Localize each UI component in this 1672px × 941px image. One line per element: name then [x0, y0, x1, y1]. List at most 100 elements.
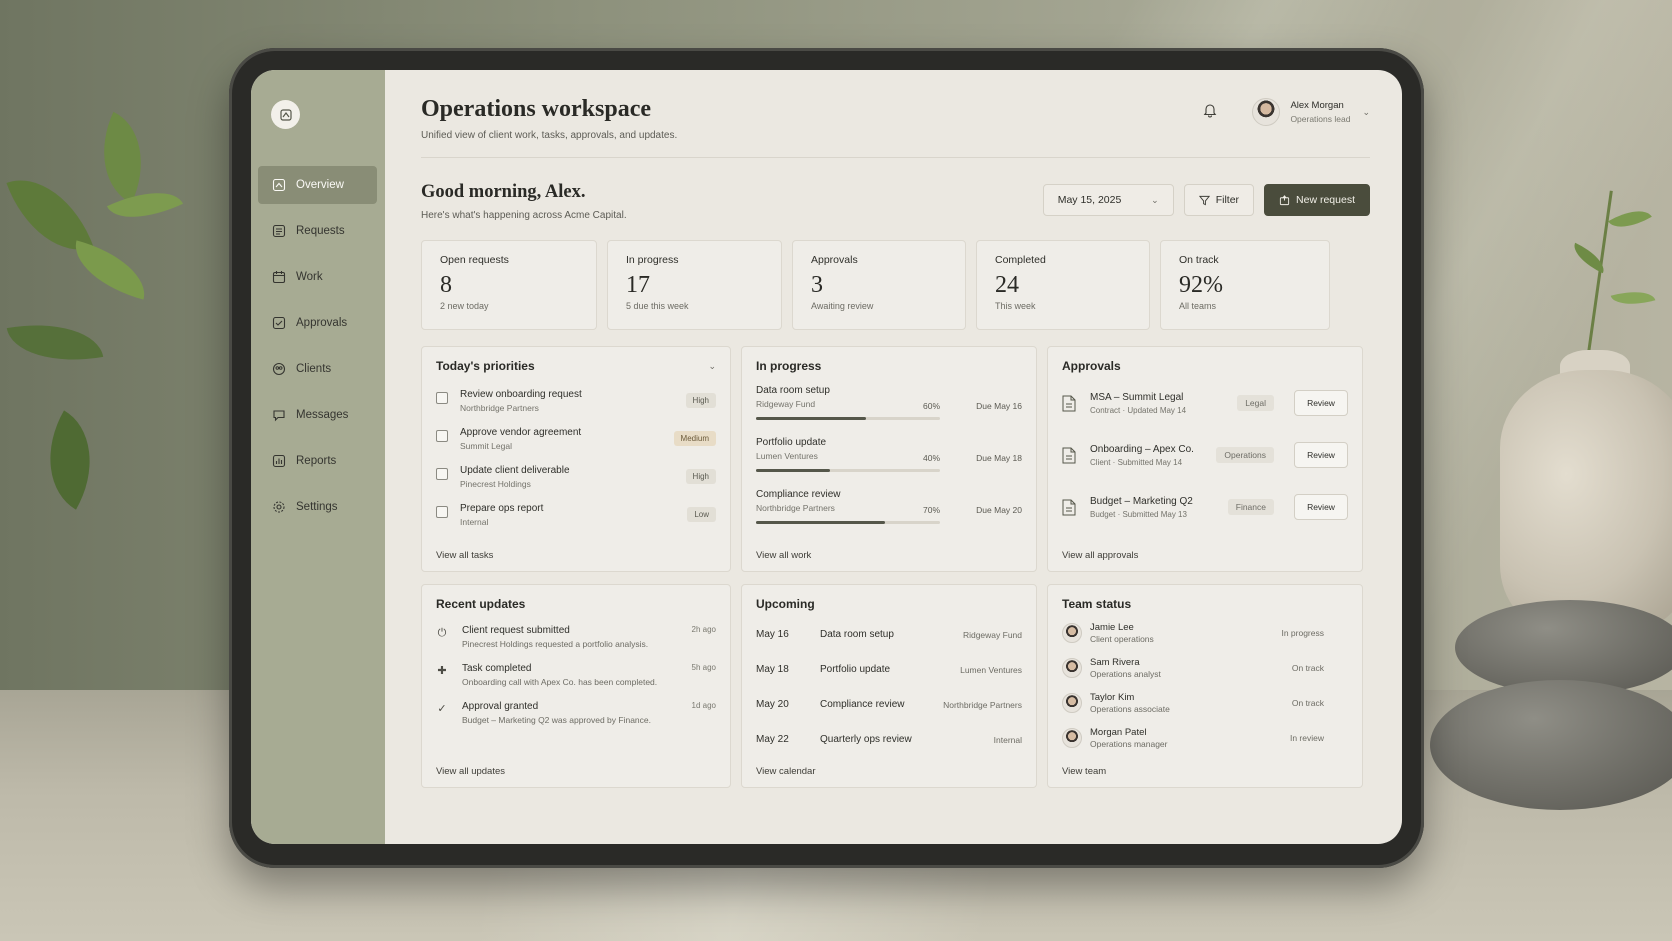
upcoming-item[interactable]: May 20 Compliance review Northbridge Par…: [756, 687, 1022, 722]
new-request-icon: [1279, 194, 1290, 206]
priority-item[interactable]: Prepare ops report Internal Low: [436, 503, 716, 527]
approval-item: Onboarding – Apex Co. Client · Submitted …: [1062, 429, 1348, 481]
bell-icon[interactable]: [1202, 102, 1220, 120]
priority-title: Approve vendor agreement: [460, 427, 582, 438]
priority-tag: High: [685, 393, 716, 408]
approval-sub: Client · Submitted May 14: [1090, 457, 1183, 467]
view-calendar-link[interactable]: View calendar: [756, 766, 816, 777]
upcoming-date: May 20: [756, 699, 789, 710]
chevron-down-icon: ⌄: [1151, 194, 1159, 205]
update-desc: Budget – Marketing Q2 was approved by Fi…: [462, 715, 651, 725]
update-desc: Onboarding call with Apex Co. has been c…: [462, 677, 658, 687]
view-all-tasks-link[interactable]: View all tasks: [436, 550, 493, 561]
user-menu[interactable]: Alex Morgan Operations lead ⌄: [1252, 98, 1370, 126]
user-name: Alex Morgan: [1290, 100, 1344, 111]
calendar-icon: [272, 270, 286, 284]
logo-icon: [279, 108, 292, 121]
priority-tag: High: [685, 469, 716, 484]
filter-button[interactable]: Filter: [1183, 184, 1255, 216]
progress-item[interactable]: Portfolio update Lumen Ventures 40% Due …: [756, 437, 1022, 477]
view-all-work-link[interactable]: View all work: [756, 550, 811, 561]
view-team-link[interactable]: View team: [1062, 766, 1106, 777]
avatar: [1062, 727, 1082, 748]
upcoming-item[interactable]: May 18 Portfolio update Lumen Ventures: [756, 652, 1022, 687]
team-member[interactable]: Taylor Kim Operations associate On track: [1062, 685, 1348, 720]
update-item[interactable]: ⏻ Client request submitted Pinecrest Hold…: [436, 625, 716, 649]
progress-percent: 40%: [922, 453, 940, 463]
app-logo[interactable]: [271, 100, 300, 129]
update-time: 5h ago: [691, 663, 716, 672]
upcoming-item[interactable]: May 22 Quarterly ops review Internal: [756, 722, 1022, 757]
review-button[interactable]: Review: [1294, 442, 1348, 468]
progress-item[interactable]: Data room setup Ridgeway Fund 60% Due Ma…: [756, 385, 1022, 425]
task-checkbox[interactable]: [436, 468, 448, 480]
team-member[interactable]: Sam Rivera Operations analyst On track: [1062, 650, 1348, 685]
update-item[interactable]: ✓ Approval granted Budget – Marketing Q2 …: [436, 701, 716, 725]
update-item[interactable]: ✚ Task completed Onboarding call with Ape…: [436, 663, 716, 687]
sidebar-item-label: Settings: [296, 501, 338, 513]
vase: [1500, 370, 1672, 630]
users-icon: [272, 362, 286, 376]
new-request-label: New request: [1296, 194, 1355, 206]
new-request-button[interactable]: New request: [1264, 184, 1370, 216]
task-checkbox[interactable]: [436, 430, 448, 442]
stat-value: 8: [440, 272, 452, 298]
page-title: Operations workspace: [421, 96, 651, 122]
stat-note: All teams: [1179, 301, 1217, 311]
sidebar-item-messages[interactable]: Messages: [258, 396, 377, 434]
sidebar-item-clients[interactable]: Clients: [258, 350, 377, 388]
team-member[interactable]: Jamie Lee Client operations In progress: [1062, 615, 1348, 650]
upcoming-title: Portfolio update: [820, 664, 891, 675]
progress-bar: [756, 417, 940, 420]
app-screen: Overview Requests Work Approvals Clients: [251, 70, 1402, 844]
gear-icon: [272, 500, 286, 514]
progress-due: Due May 18: [976, 453, 1022, 463]
sidebar-item-approvals[interactable]: Approvals: [258, 304, 377, 342]
priority-title: Update client deliverable: [460, 465, 570, 476]
update-time: 2h ago: [691, 625, 716, 634]
upcoming-item[interactable]: May 16 Data room setup Ridgeway Fund: [756, 617, 1022, 652]
chevron-down-icon: ⌄: [1362, 106, 1370, 117]
filter-icon: [1198, 195, 1210, 206]
team-member[interactable]: Morgan Patel Operations manager In review: [1062, 720, 1348, 755]
view-all-updates-link[interactable]: View all updates: [436, 766, 505, 777]
sidebar-item-work[interactable]: Work: [258, 258, 377, 296]
view-all-approvals-link[interactable]: View all approvals: [1062, 550, 1138, 561]
stat-card-open-requests[interactable]: Open requests 8 2 new today: [421, 240, 597, 330]
task-checkbox[interactable]: [436, 506, 448, 518]
approval-title: Budget – Marketing Q2: [1090, 495, 1193, 507]
priority-client: Summit Legal: [460, 441, 512, 451]
priority-item[interactable]: Review onboarding request Northbridge Par…: [436, 389, 716, 413]
date-picker[interactable]: May 15, 2025 ⌄: [1042, 184, 1174, 216]
upcoming-client: Northbridge Partners: [943, 699, 1022, 710]
review-button[interactable]: Review: [1294, 390, 1348, 416]
approval-item: Budget – Marketing Q2 Budget · Submitted …: [1062, 481, 1348, 533]
priority-item[interactable]: Approve vendor agreement Summit Legal Med…: [436, 427, 716, 451]
update-time: 1d ago: [691, 701, 716, 710]
avatar: [1062, 622, 1082, 643]
card-title: Approvals: [1062, 359, 1121, 373]
sidebar-item-requests[interactable]: Requests: [258, 212, 377, 250]
stat-card-in-progress[interactable]: In progress 17 5 due this week: [607, 240, 782, 330]
priority-item[interactable]: Update client deliverable Pinecrest Holdi…: [436, 465, 716, 489]
sidebar-item-settings[interactable]: Settings: [258, 488, 377, 526]
sidebar-item-reports[interactable]: Reports: [258, 442, 377, 480]
card-title: Upcoming: [756, 597, 815, 611]
review-button[interactable]: Review: [1294, 494, 1348, 520]
task-checkbox[interactable]: [436, 392, 448, 404]
stat-card-completed[interactable]: Completed 24 This week: [976, 240, 1150, 330]
sidebar-item-label: Work: [296, 271, 323, 283]
chevron-down-icon[interactable]: ⌄: [708, 361, 716, 372]
upcoming-client: Internal: [993, 734, 1022, 745]
team-status-card: Team status Jamie Lee Client operations I…: [1047, 584, 1363, 788]
avatar: [1062, 657, 1082, 678]
stat-card-on-track[interactable]: On track 92% All teams: [1160, 240, 1330, 330]
check-icon: ✓: [437, 703, 447, 715]
stat-card-approvals[interactable]: Approvals 3 Awaiting review: [792, 240, 966, 330]
avatar: [1062, 692, 1082, 713]
member-status: On track: [1291, 662, 1324, 673]
page-subtitle: Unified view of client work, tasks, appr…: [421, 130, 678, 141]
progress-item[interactable]: Compliance review Northbridge Partners 7…: [756, 489, 1022, 529]
sidebar-item-overview[interactable]: Overview: [258, 166, 377, 204]
priority-client: Pinecrest Holdings: [460, 479, 531, 489]
